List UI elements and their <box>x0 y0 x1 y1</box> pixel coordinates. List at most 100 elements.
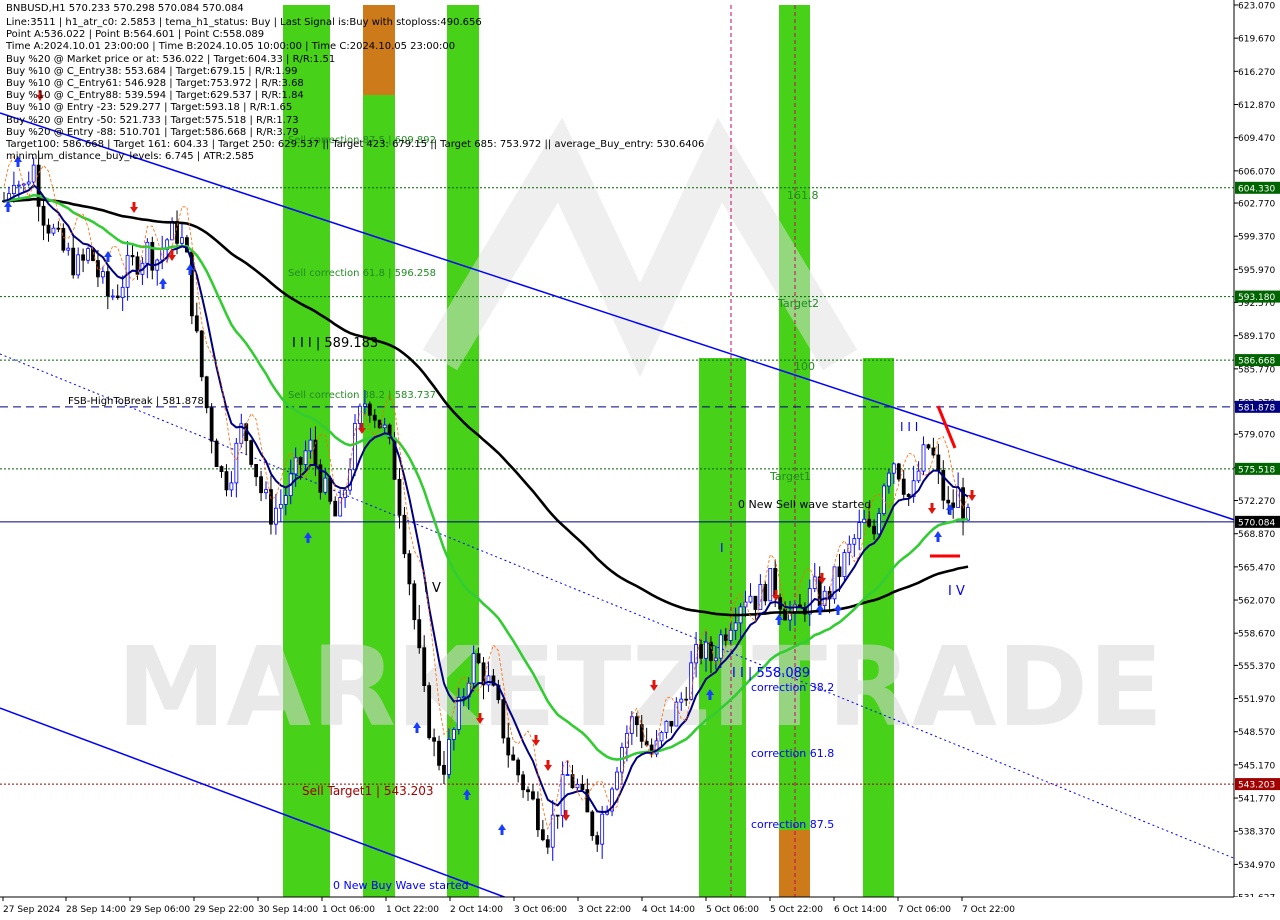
candle-body <box>432 737 436 742</box>
candle-body <box>516 759 521 776</box>
annotation-4: FSB-HighToBreak | 581.878 <box>68 396 204 407</box>
candle-body <box>76 254 81 276</box>
candle-body <box>362 403 367 407</box>
y-tick-label: 545.170 <box>1238 761 1275 771</box>
candle-body <box>293 457 298 475</box>
y-tick-label: 548.570 <box>1238 728 1275 738</box>
candle-body <box>733 622 738 631</box>
candle-body <box>926 444 931 449</box>
trend-line-upper <box>0 112 1235 521</box>
y-tick-label: 609.470 <box>1238 134 1275 144</box>
candle-body <box>753 595 758 610</box>
x-tick-label: 3 Oct 22:00 <box>578 905 631 915</box>
info-line: Buy %10 @ C_Entry88: 539.594 | Target:62… <box>6 90 304 102</box>
info-line: Buy %20 @ Entry -88: 510.701 | Target:58… <box>6 126 299 138</box>
candle-body <box>204 376 209 409</box>
x-tick-label: 2 Oct 14:00 <box>450 905 503 915</box>
candle-body <box>170 221 174 241</box>
x-tick-label: 5 Oct 06:00 <box>706 905 759 915</box>
y-tick-label: 616.270 <box>1238 68 1275 78</box>
candle-body <box>812 576 817 589</box>
annotation-19: I V <box>948 584 965 599</box>
candle-body <box>748 595 753 603</box>
candle-body <box>219 466 224 472</box>
candle-body <box>476 653 481 664</box>
candle-body <box>194 315 199 332</box>
annotation-10: 100 <box>794 360 815 373</box>
candle-body <box>575 783 580 789</box>
candle-body <box>545 839 550 848</box>
candle-body <box>96 260 100 278</box>
candle-body <box>877 513 881 535</box>
annotation-11: Target1 <box>769 470 811 483</box>
y-tick-label: 595.970 <box>1238 266 1275 276</box>
annotation-2: I I I | 589.183 <box>292 336 378 351</box>
candle-body <box>100 271 105 278</box>
sell-arrow <box>968 490 976 501</box>
annotation-6: Sell Target1 | 543.203 <box>302 784 434 798</box>
price-tag: 581.878 <box>1238 403 1275 413</box>
buy-arrow <box>159 278 167 289</box>
candle-body <box>936 454 941 471</box>
annotation-13: I <box>720 541 724 555</box>
info-line: Buy %10 @ C_Entry61: 546.928 | Target:75… <box>6 78 304 89</box>
candle-body <box>372 414 377 421</box>
candle-body <box>842 552 847 577</box>
y-tick-label: 558.670 <box>1238 630 1275 640</box>
candle-body <box>768 567 773 602</box>
candle-body <box>283 495 288 505</box>
candle-body <box>684 698 689 701</box>
candle-body <box>590 811 595 837</box>
candle-body <box>901 478 906 495</box>
x-tick-label: 28 Sep 14:00 <box>66 905 126 915</box>
candle-body <box>639 724 644 742</box>
x-tick-label: 1 Oct 22:00 <box>386 905 439 915</box>
candle-body <box>536 798 540 831</box>
candle-body <box>199 330 204 378</box>
candle-body <box>229 482 234 491</box>
candle-body <box>595 835 600 845</box>
candle-body <box>624 733 629 748</box>
candle-body <box>664 720 669 733</box>
info-line: Time A:2024.10.01 23:00:00 | Time B:2024… <box>6 41 456 53</box>
x-tick-label: 29 Sep 22:00 <box>194 905 254 915</box>
candle-body <box>298 457 303 465</box>
candle-body <box>540 829 545 841</box>
x-tick-label: 27 Sep 2024 <box>3 905 60 915</box>
price-tag: 586.668 <box>1238 357 1275 367</box>
candle-body <box>946 499 951 504</box>
y-tick-label: 568.870 <box>1238 530 1275 540</box>
candle-body <box>328 477 333 502</box>
candle-body <box>723 634 728 641</box>
candle-body <box>659 731 664 742</box>
candle-body <box>180 237 184 244</box>
candle-body <box>303 450 308 465</box>
annotation-17: correction 87.5 <box>751 818 834 831</box>
y-tick-label: 619.670 <box>1238 35 1275 45</box>
candle-body <box>451 729 456 740</box>
candle-body <box>456 697 461 730</box>
candle-body <box>521 774 525 791</box>
candle-body <box>427 685 432 739</box>
x-tick-label: 1 Oct 06:00 <box>322 905 375 915</box>
candle-body <box>634 716 639 726</box>
candle-body <box>887 472 891 487</box>
x-tick-label: 7 Oct 06:00 <box>898 905 951 915</box>
candle-body <box>531 791 535 800</box>
annotation-14: I I | 558.089 <box>732 666 810 681</box>
candle-body <box>486 675 491 686</box>
candle-body <box>81 254 85 261</box>
candle-body <box>891 463 896 474</box>
x-tick-label: 29 Sep 06:00 <box>130 905 190 915</box>
candle-body <box>367 403 372 416</box>
candle-body <box>921 444 926 472</box>
symbol-line: BNBUSD,H1 570.233 570.298 570.084 570.08… <box>6 3 244 14</box>
candle-body <box>461 696 466 699</box>
price-tag: 575.518 <box>1238 465 1275 475</box>
price-tag: 570.084 <box>1238 518 1275 528</box>
candle-body <box>397 478 402 516</box>
candle-body <box>857 522 862 539</box>
candle-body <box>872 525 876 535</box>
info-line: Line:3511 | h1_atr_c0: 2.5853 | tema_h1_… <box>6 17 482 28</box>
candle-body <box>407 553 412 585</box>
